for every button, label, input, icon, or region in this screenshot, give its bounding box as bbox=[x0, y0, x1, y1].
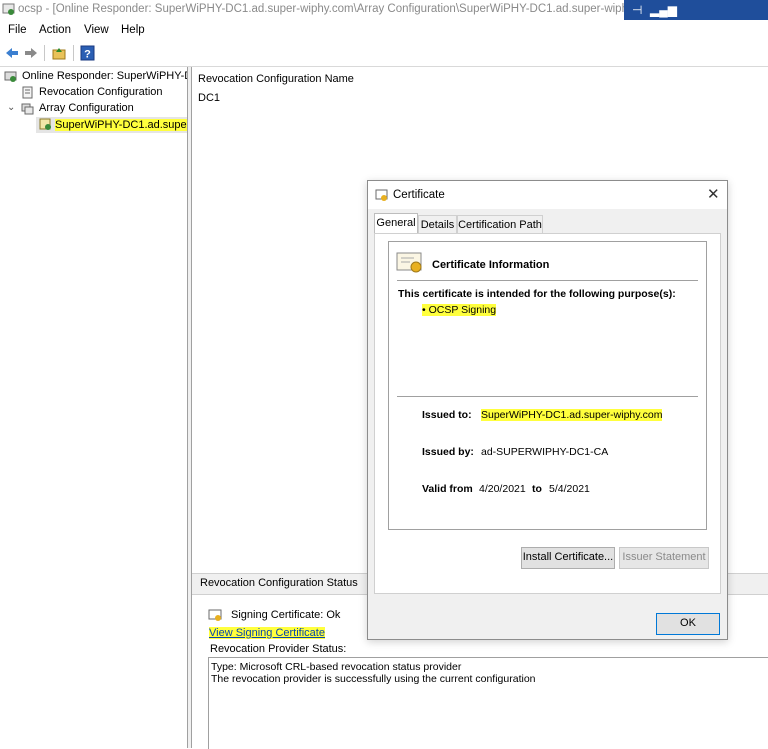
online-responder-icon bbox=[4, 71, 17, 82]
issued-by-value: ad-SUPERWIPHY-DC1-CA bbox=[481, 446, 609, 458]
status-header-label: Revocation Configuration Status bbox=[200, 577, 358, 589]
certificate-info-box: Certificate Information This certificate… bbox=[388, 241, 707, 530]
certificate-info-icon bbox=[396, 252, 422, 273]
revocation-config-icon bbox=[22, 86, 33, 99]
provider-status-line: Type: Microsoft CRL-based revocation sta… bbox=[211, 661, 462, 673]
svg-text:?: ? bbox=[84, 49, 91, 61]
valid-from-label: Valid from bbox=[422, 483, 473, 495]
menu-view[interactable]: View bbox=[84, 24, 109, 36]
tree-item-revocation[interactable]: Revocation Configuration bbox=[39, 86, 163, 98]
issued-by-label: Issued by: bbox=[422, 446, 474, 458]
app-icon bbox=[2, 3, 15, 15]
menu-bar: File Action View Help bbox=[0, 20, 768, 40]
tree-item-selected[interactable]: SuperWiPHY-DC1.ad.super- bbox=[55, 119, 187, 131]
array-config-icon bbox=[21, 103, 34, 115]
window-title: ocsp - [Online Responder: SuperWiPHY-DC1… bbox=[18, 3, 661, 15]
menu-help[interactable]: Help bbox=[121, 24, 145, 36]
tree-pane: Online Responder: SuperWiPHY-DC Revocati… bbox=[0, 67, 188, 748]
column-header-name[interactable]: Revocation Configuration Name bbox=[198, 73, 354, 85]
divider bbox=[397, 280, 698, 281]
back-arrow-icon[interactable] bbox=[4, 45, 20, 61]
server-icon bbox=[39, 118, 51, 130]
chevron-down-icon[interactable]: ⌄ bbox=[7, 102, 15, 113]
valid-from-value: 4/20/2021 bbox=[479, 483, 526, 495]
purpose-item: • OCSP Signing bbox=[422, 304, 497, 316]
tab-panel-general: Certificate Information This certificate… bbox=[374, 233, 721, 594]
toolbar: ? bbox=[0, 40, 768, 67]
tree-item-array[interactable]: Array Configuration bbox=[39, 102, 134, 114]
divider bbox=[397, 396, 698, 397]
certificate-icon bbox=[208, 609, 222, 621]
tab-general[interactable]: General bbox=[374, 213, 418, 235]
install-certificate-button[interactable]: Install Certificate... bbox=[521, 547, 615, 569]
certificate-icon bbox=[375, 189, 388, 201]
title-bar: ocsp - [Online Responder: SuperWiPHY-DC1… bbox=[0, 0, 768, 20]
dialog-title-bar: Certificate ✕ bbox=[368, 181, 727, 209]
signing-status: Signing Certificate: Ok bbox=[231, 609, 341, 621]
up-folder-icon[interactable] bbox=[51, 45, 67, 61]
valid-to-value: 5/4/2021 bbox=[549, 483, 590, 495]
toolbar-separator bbox=[44, 45, 45, 61]
close-icon[interactable]: ✕ bbox=[707, 185, 720, 203]
valid-to-label: to bbox=[532, 483, 542, 495]
toolbar-separator bbox=[73, 45, 74, 61]
provider-status-label: Revocation Provider Status: bbox=[210, 643, 347, 655]
issued-to-label: Issued to: bbox=[422, 409, 472, 421]
view-signing-certificate-link[interactable]: View Signing Certificate bbox=[209, 627, 325, 639]
provider-status-line: The revocation provider is successfully … bbox=[211, 673, 536, 685]
issued-to-value: SuperWiPHY-DC1.ad.super-wiphy.com bbox=[481, 409, 663, 421]
certificate-info-title: Certificate Information bbox=[432, 259, 550, 271]
dialog-title: Certificate bbox=[393, 189, 445, 201]
forward-arrow-icon[interactable] bbox=[23, 45, 39, 61]
pin-icon[interactable]: ⊣ bbox=[632, 3, 642, 17]
help-icon[interactable]: ? bbox=[80, 45, 96, 61]
ok-button[interactable]: OK bbox=[656, 613, 720, 635]
issuer-statement-button[interactable]: Issuer Statement bbox=[619, 547, 709, 569]
signal-icon: ▂▄▆ bbox=[650, 3, 677, 17]
tree-item-root[interactable]: Online Responder: SuperWiPHY-DC bbox=[22, 70, 187, 82]
menu-file[interactable]: File bbox=[8, 24, 27, 36]
menu-action[interactable]: Action bbox=[39, 24, 71, 36]
purpose-heading: This certificate is intended for the fol… bbox=[398, 288, 676, 300]
list-item[interactable]: DC1 bbox=[198, 92, 220, 104]
remote-session-badge: ⊣ ▂▄▆ bbox=[624, 0, 768, 20]
certificate-dialog: Certificate ✕ General Details Certificat… bbox=[367, 180, 728, 640]
purpose-item-label: OCSP Signing bbox=[428, 304, 497, 316]
provider-status-box[interactable]: Type: Microsoft CRL-based revocation sta… bbox=[208, 657, 768, 749]
